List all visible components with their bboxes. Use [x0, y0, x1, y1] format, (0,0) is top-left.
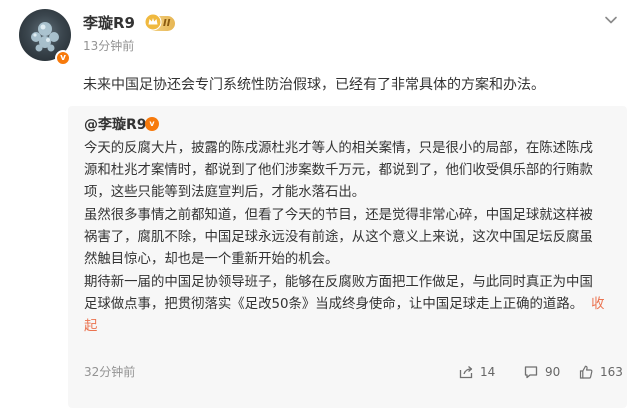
comment-count: 90 [545, 365, 561, 379]
share-icon [459, 366, 473, 379]
collapse-link[interactable]: 收 [591, 297, 604, 312]
paragraph-line: 起 [84, 316, 616, 338]
paragraph-line: 期待新一届的中国足协领导班子，能够在反腐败方面把工作做足，与此同时真正为中国 [84, 275, 593, 290]
paragraph-line: 足球做点事，把贯彻落实《足改50条》当成终身使命，让中国足球走上正确的道路。收 [84, 294, 616, 316]
verified-badge: v [55, 50, 71, 66]
comment-icon [524, 366, 538, 379]
author-name[interactable]: 李璇R9 [83, 13, 135, 33]
chevron-down-icon[interactable] [603, 12, 619, 28]
paragraph-line: 然触目惊心，却也是一个重新开始的机会。 [84, 252, 339, 267]
comment-button[interactable]: 90 [523, 362, 560, 382]
level-badge: II [144, 13, 176, 31]
like-count: 163 [600, 365, 623, 379]
repost-timestamp[interactable]: 32分钟前 [84, 364, 135, 380]
repost-paragraph-3: 期待新一届的中国足协领导班子，能够在反腐败方面把工作做足，与此同时真正为中国 足… [84, 272, 616, 338]
post-timestamp[interactable]: 13分钟前 [83, 38, 134, 54]
paragraph-line: 今天的反腐大片，披露的陈戌源杜兆才等人的相关案情，只是很小的局部，在陈述陈戌 [84, 141, 593, 156]
verified-badge: v [145, 117, 159, 131]
level-badge-text: II [163, 18, 171, 29]
paragraph-line: 祸害了，腐肌不除，中国足球永远没有前途，从这个意义上来说，这次中国足坛反腐虽 [84, 230, 593, 245]
share-count: 14 [480, 365, 496, 379]
paragraph-line-text: 足球做点事，把贯彻落实《足改50条》当成终身使命，让中国足球走上正确的道路。 [84, 297, 584, 312]
paragraph-line: 虽然很多事情之前都知道，但看了今天的节目，还是觉得非常心碎，中国足球就这样被 [84, 208, 593, 223]
repost-author[interactable]: @李璇R9 [84, 115, 147, 135]
crown-icon [144, 13, 162, 31]
share-button[interactable]: 14 [458, 362, 495, 382]
thumbs-up-icon [579, 365, 593, 379]
like-button[interactable]: 163 [578, 362, 623, 382]
collapse-link[interactable]: 起 [84, 319, 97, 334]
post-text: 未来中国足协还会专门系统性防治假球，已经有了非常具体的方案和办法。 [83, 77, 545, 93]
paragraph-line: 项，这些只能等到法庭宣判后，才能水落石出。 [84, 185, 366, 200]
repost-paragraph-2: 虽然很多事情之前都知道，但看了今天的节目，还是觉得非常心碎，中国足球就这样被 祸… [84, 205, 616, 271]
reposted-content[interactable]: @李璇R9 v 今天的反腐大片，披露的陈戌源杜兆才等人的相关案情，只是很小的局部… [68, 106, 627, 408]
repost-paragraph-1: 今天的反腐大片，披露的陈戌源杜兆才等人的相关案情，只是很小的局部，在陈述陈戌 源… [84, 138, 616, 204]
weibo-post: v 李璇R9 II 13分钟前 未来中国足协还会专门系统性防治假球，已经有了非常… [0, 0, 638, 414]
paragraph-line: 源和杜兆才案情时，都说到了他们涉案数千万元，都说到了，他们收受俱乐部的行贿款 [84, 163, 593, 178]
